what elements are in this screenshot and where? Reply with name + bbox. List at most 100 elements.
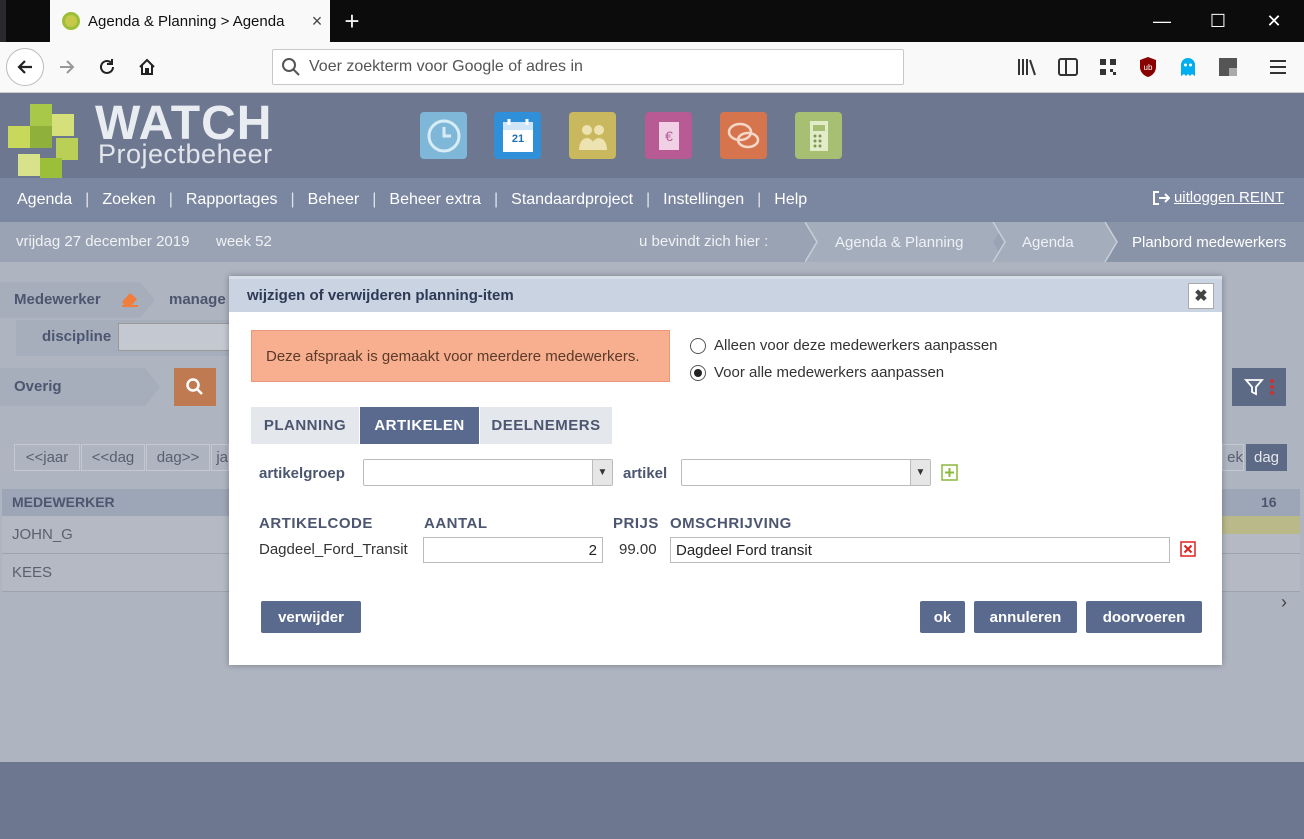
search-icon xyxy=(282,58,300,76)
menu-item-instellingen[interactable]: Instellingen xyxy=(663,191,744,209)
cancel-button[interactable]: annuleren xyxy=(974,601,1077,633)
column-header-omschrijving: OMSCHRIJVING xyxy=(670,515,792,532)
current-date: vrijdag 27 december 2019 xyxy=(16,233,190,250)
row-name-kees: KEES xyxy=(12,564,53,581)
artikelgroep-label: artikelgroep xyxy=(259,465,345,482)
back-arrow-icon xyxy=(17,60,32,74)
add-article-icon[interactable] xyxy=(941,464,958,481)
chevron-down-icon: ▼ xyxy=(910,460,930,485)
delete-button[interactable]: verwijder xyxy=(261,601,361,633)
reload-icon xyxy=(100,59,114,74)
address-placeholder: Voer zoekterm voor Google of adres in xyxy=(309,58,583,75)
browser-tab[interactable]: Agenda & Planning > Agenda × xyxy=(50,0,330,42)
back-button[interactable] xyxy=(6,48,44,86)
tab-deelnemers[interactable]: DEELNEMERS xyxy=(480,407,612,444)
watch-logo-icon[interactable] xyxy=(8,104,88,182)
main-menu: Agenda | Zoeken | Rapportages | Beheer |… xyxy=(0,178,1304,222)
menu-separator: | xyxy=(757,191,762,208)
search-icon xyxy=(186,378,203,395)
radio-only-these[interactable]: Alleen voor deze medewerkers aanpassen xyxy=(690,337,998,354)
chevron-down-icon: ▼ xyxy=(592,460,612,485)
ublock-icon[interactable]: ub xyxy=(1136,55,1160,79)
radio-label: Voor alle medewerkers aanpassen xyxy=(714,364,945,381)
search-button[interactable] xyxy=(174,368,216,406)
modal-close-icon[interactable]: ✖ xyxy=(1188,283,1214,309)
menu-separator: | xyxy=(372,191,377,208)
artikelgroep-value xyxy=(364,464,370,481)
logout-icon xyxy=(1152,190,1170,205)
breadcrumb-agenda[interactable]: Agenda xyxy=(1022,222,1074,262)
maximize-button[interactable]: ☐ xyxy=(1190,0,1246,42)
menu-item-beheer[interactable]: Beheer xyxy=(308,191,360,209)
sidebar-icon[interactable] xyxy=(1056,55,1080,79)
column-header-prijs: PRIJS xyxy=(613,515,659,532)
radio-button[interactable] xyxy=(690,337,706,354)
home-button[interactable] xyxy=(128,48,166,86)
logo-subtitle: Projectbeheer xyxy=(98,139,273,169)
artikel-select[interactable]: ▼ xyxy=(681,459,931,486)
menu-item-standaardproject[interactable]: Standaardproject xyxy=(511,191,633,209)
description-input[interactable]: Dagdeel Ford transit xyxy=(670,537,1170,563)
menu-item-agenda[interactable]: Agenda xyxy=(17,191,72,209)
planning-bar[interactable] xyxy=(1222,516,1300,534)
prev-day-button[interactable]: <<dag xyxy=(81,444,145,471)
current-week: week 52 xyxy=(216,233,272,250)
delete-row-icon[interactable] xyxy=(1180,541,1196,557)
overig-label: Overig xyxy=(14,378,62,395)
ok-button[interactable]: ok xyxy=(920,601,965,633)
clock-icon[interactable] xyxy=(420,112,467,159)
week-view-button[interactable]: ek xyxy=(1222,444,1244,471)
forward-arrow-icon xyxy=(60,60,75,74)
radio-button-checked[interactable] xyxy=(690,364,706,381)
menu-item-beheer-extra[interactable]: Beheer extra xyxy=(389,191,481,209)
quantity-input[interactable]: 2 xyxy=(423,537,603,563)
logout-link[interactable]: uitloggen REINT xyxy=(1152,189,1284,206)
qr-code-icon[interactable] xyxy=(1096,55,1120,79)
filter-icon xyxy=(1244,379,1264,396)
svg-text:ub: ub xyxy=(1144,63,1153,72)
close-window-button[interactable]: ✕ xyxy=(1246,0,1302,42)
scroll-right-icon[interactable]: › xyxy=(1281,592,1297,612)
tab-artikelen[interactable]: ARTIKELEN xyxy=(360,407,479,444)
more-vertical-icon xyxy=(1270,379,1274,395)
article-code: Dagdeel_Ford_Transit xyxy=(259,541,408,558)
manager-label: manage xyxy=(169,291,226,308)
reload-button[interactable] xyxy=(88,48,126,86)
eraser-icon[interactable] xyxy=(120,290,140,308)
apply-button[interactable]: doorvoeren xyxy=(1086,601,1202,633)
day-view-button[interactable]: dag xyxy=(1246,444,1287,471)
next-day-button[interactable]: dag>> xyxy=(146,444,210,471)
menu-separator: | xyxy=(494,191,499,208)
menu-item-rapportages[interactable]: Rapportages xyxy=(186,191,278,209)
menu-hamburger-icon[interactable] xyxy=(1266,55,1290,79)
row-name-john: JOHN_G xyxy=(12,526,73,543)
people-icon[interactable] xyxy=(569,112,616,159)
tab-scroll-edge xyxy=(0,0,6,42)
invoice-icon[interactable]: € xyxy=(645,112,692,159)
article-price: 99.00 xyxy=(619,541,657,558)
forward-button[interactable] xyxy=(48,48,86,86)
minimize-button[interactable]: — xyxy=(1134,0,1190,42)
prev-year-button[interactable]: <<jaar xyxy=(14,444,80,471)
radio-all[interactable]: Voor alle medewerkers aanpassen xyxy=(690,364,944,381)
calculator-icon[interactable] xyxy=(795,112,842,159)
filter-button[interactable] xyxy=(1232,368,1286,406)
chat-icon[interactable] xyxy=(720,112,767,159)
you-are-here-label: u bevindt zich hier : xyxy=(639,233,769,250)
library-icon[interactable] xyxy=(1016,55,1040,79)
artikelgroep-select[interactable]: ▼ xyxy=(363,459,613,486)
artikel-value xyxy=(682,464,688,481)
menu-item-help[interactable]: Help xyxy=(774,191,807,209)
tab-planning[interactable]: PLANNING xyxy=(251,407,359,444)
breadcrumb-agenda-planning[interactable]: Agenda & Planning xyxy=(835,222,963,262)
extension-icon[interactable] xyxy=(1216,55,1240,79)
discipline-select[interactable] xyxy=(118,323,233,351)
new-tab-button[interactable]: + xyxy=(338,6,366,36)
tab-close-icon[interactable]: × xyxy=(304,11,330,32)
calendar-icon[interactable]: 21 xyxy=(494,112,541,159)
menu-item-zoeken[interactable]: Zoeken xyxy=(102,191,155,209)
next-year-button[interactable]: ja xyxy=(211,444,229,471)
ghostery-icon[interactable] xyxy=(1176,55,1200,79)
address-bar[interactable]: Voer zoekterm voor Google of adres in xyxy=(272,49,904,85)
tab-title: Agenda & Planning > Agenda xyxy=(88,12,285,30)
